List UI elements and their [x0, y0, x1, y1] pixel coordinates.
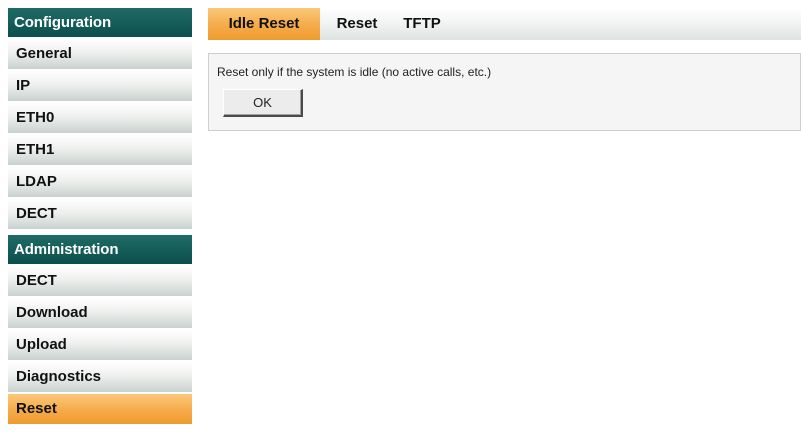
- sidebar-item-download[interactable]: Download: [8, 298, 192, 328]
- sidebar: Configuration General IP ETH0 ETH1 LDAP …: [8, 8, 192, 424]
- tab-reset[interactable]: Reset: [327, 8, 387, 40]
- sidebar-item-dect-config[interactable]: DECT: [8, 199, 192, 229]
- sidebar-item-ldap[interactable]: LDAP: [8, 167, 192, 197]
- section-header-configuration: Configuration: [8, 8, 192, 37]
- section-header-administration: Administration: [8, 235, 192, 264]
- sidebar-item-diagnostics[interactable]: Diagnostics: [8, 362, 192, 392]
- idle-reset-description: Reset only if the system is idle (no act…: [217, 65, 492, 79]
- sidebar-item-ip[interactable]: IP: [8, 71, 192, 101]
- tab-tftp[interactable]: TFTP: [396, 8, 448, 40]
- ok-button[interactable]: OK: [223, 89, 303, 117]
- sidebar-item-reset[interactable]: Reset: [8, 394, 192, 424]
- sidebar-item-general[interactable]: General: [8, 39, 192, 69]
- sidebar-item-dect-admin[interactable]: DECT: [8, 266, 192, 296]
- tab-idle-reset[interactable]: Idle Reset: [208, 8, 320, 40]
- sidebar-item-upload[interactable]: Upload: [8, 330, 192, 360]
- idle-reset-panel: Reset only if the system is idle (no act…: [208, 53, 801, 131]
- section-divider: [8, 229, 192, 233]
- tab-bar: Idle Reset Reset TFTP: [208, 8, 801, 40]
- sidebar-item-eth1[interactable]: ETH1: [8, 135, 192, 165]
- sidebar-item-eth0[interactable]: ETH0: [8, 103, 192, 133]
